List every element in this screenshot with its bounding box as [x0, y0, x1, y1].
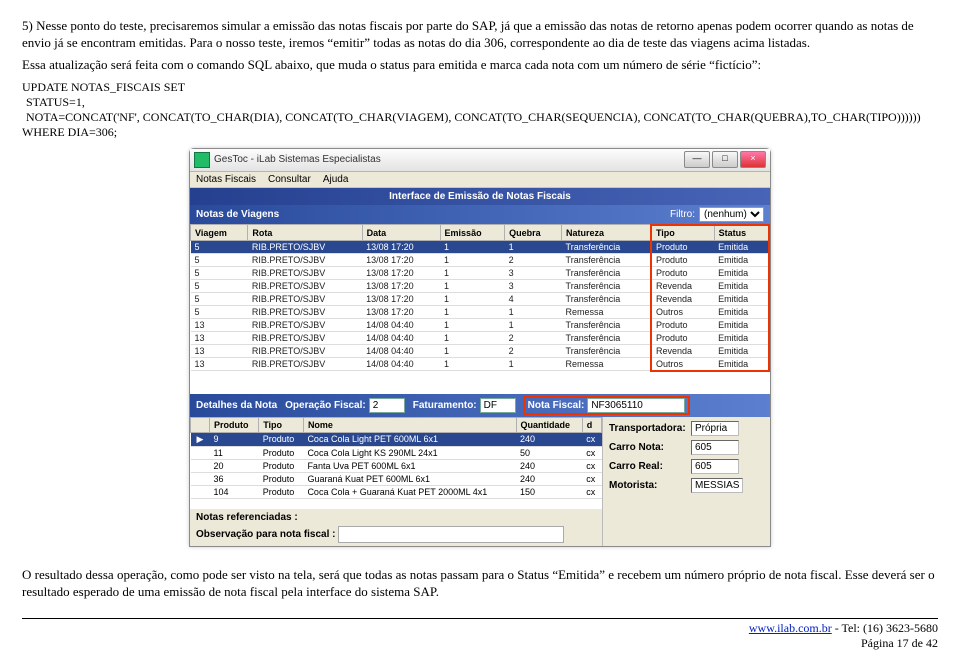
page-footer: www.ilab.com.br - Tel: (16) 3623-5680 Pá… — [22, 618, 938, 651]
obs-box: Notas referenciadas : Observação para no… — [190, 509, 602, 546]
table-row[interactable]: 13RIB.PRETO/SJBV14/08 04:4012Transferênc… — [191, 344, 770, 357]
window-heading: Interface de Emissão de Notas Fiscais — [190, 188, 770, 205]
col-header[interactable]: Rota — [248, 225, 362, 241]
col-header[interactable] — [191, 417, 210, 432]
nota-fiscal-input[interactable] — [587, 398, 685, 413]
motorista-value: MESSIAS — [691, 478, 743, 493]
produtos-table: ProdutoTipoNomeQuantidaded ▶9ProdutoCoca… — [190, 417, 602, 499]
table-row[interactable]: 5RIB.PRETO/SJBV13/08 17:2012Transferênci… — [191, 253, 770, 266]
close-button[interactable]: × — [740, 151, 766, 168]
transp-value: Própria — [691, 421, 739, 436]
nota-fiscal-label: Nota Fiscal: — [528, 400, 585, 411]
table-row[interactable]: 13RIB.PRETO/SJBV14/08 04:4011RemessaOutr… — [191, 357, 770, 371]
col-header[interactable]: Nome — [303, 417, 516, 432]
summary-sidebar: Transportadora: Própria Carro Nota: 605 Ca… — [602, 417, 770, 546]
op-fiscal-label: Operação Fiscal: — [285, 400, 366, 411]
col-header[interactable]: Natureza — [562, 225, 651, 241]
table-row[interactable]: 13RIB.PRETO/SJBV14/08 04:4011Transferênc… — [191, 318, 770, 331]
col-header[interactable]: Emissão — [440, 225, 505, 241]
maximize-button[interactable]: □ — [712, 151, 738, 168]
table-row[interactable]: 11ProdutoCoca Cola Light KS 290ML 24x150… — [191, 446, 602, 459]
menu-item[interactable]: Consultar — [268, 174, 311, 185]
section-title: Notas de Viagens — [196, 209, 279, 220]
carro-real-label: Carro Real: — [609, 461, 687, 472]
col-header[interactable]: Produto — [210, 417, 259, 432]
col-header[interactable]: Quantidade — [516, 417, 582, 432]
table-row[interactable]: 5RIB.PRETO/SJBV13/08 17:2014Transferênci… — [191, 292, 770, 305]
table-row[interactable]: 5RIB.PRETO/SJBV13/08 17:2011Transferênci… — [191, 240, 770, 253]
obs-label: Observação para nota fiscal : — [196, 529, 336, 540]
table-row[interactable]: 5RIB.PRETO/SJBV13/08 17:2013Transferênci… — [191, 266, 770, 279]
table-row[interactable]: 13RIB.PRETO/SJBV14/08 04:4012Transferênc… — [191, 331, 770, 344]
obs-input[interactable] — [338, 526, 564, 543]
minimize-button[interactable]: — — [684, 151, 710, 168]
menu-item[interactable]: Notas Fiscais — [196, 174, 256, 185]
table-row[interactable]: 5RIB.PRETO/SJBV13/08 17:2011RemessaOutro… — [191, 305, 770, 318]
col-header[interactable]: Viagem — [191, 225, 248, 241]
op-fiscal-input[interactable] — [369, 398, 405, 413]
detail-title: Detalhes da Nota — [196, 400, 277, 411]
filter-select[interactable]: (nenhum) — [699, 207, 764, 222]
table-row[interactable]: 36ProdutoGuaraná Kuat PET 600ML 6x1240cx — [191, 472, 602, 485]
carro-nota-value: 605 — [691, 440, 739, 455]
col-header[interactable]: Data — [362, 225, 440, 241]
footer-page: Página 17 de 42 — [861, 636, 938, 650]
table-row[interactable]: 104ProdutoCoca Cola + Guaraná Kuat PET 2… — [191, 485, 602, 498]
faturamento-input[interactable] — [480, 398, 516, 413]
sql-line: UPDATE NOTAS_FISCAIS SET — [22, 80, 938, 95]
carro-real-value: 605 — [691, 459, 739, 474]
col-header[interactable]: Tipo — [651, 225, 714, 241]
grid-whitespace — [190, 372, 770, 394]
menubar: Notas Fiscais Consultar Ajuda — [190, 172, 770, 188]
menu-item[interactable]: Ajuda — [323, 174, 349, 185]
sql-line: NOTA=CONCAT('NF', CONCAT(TO_CHAR(DIA), C… — [22, 110, 938, 125]
table-row[interactable]: 5RIB.PRETO/SJBV13/08 17:2013Transferênci… — [191, 279, 770, 292]
col-header[interactable]: Status — [714, 225, 769, 241]
filter-label: Filtro: — [670, 209, 695, 220]
window-title: GesToc - iLab Sistemas Especialistas — [214, 154, 684, 165]
app-window: GesToc - iLab Sistemas Especialistas — □… — [189, 148, 771, 547]
section-header-notas: Notas de Viagens Filtro: (nenhum) — [190, 205, 770, 224]
detail-panel: Detalhes da Nota Operação Fiscal: Fatura… — [190, 394, 770, 417]
sql-block: UPDATE NOTAS_FISCAIS SET STATUS=1, NOTA=… — [22, 80, 938, 140]
sql-line: WHERE DIA=306; — [22, 125, 938, 140]
app-icon — [194, 152, 210, 168]
notas-table: ViagemRotaDataEmissãoQuebraNaturezaTipoS… — [190, 224, 770, 372]
titlebar: GesToc - iLab Sistemas Especialistas — □… — [190, 149, 770, 172]
col-header[interactable]: Quebra — [505, 225, 562, 241]
footer-link[interactable]: www.ilab.com.br — [749, 621, 832, 635]
col-header[interactable]: d — [582, 417, 601, 432]
notas-ref-label: Notas referenciadas : — [196, 512, 298, 523]
motorista-label: Motorista: — [609, 480, 687, 491]
footer-tel: - Tel: (16) 3623-5680 — [832, 621, 938, 635]
table-row[interactable]: ▶9ProdutoCoca Cola Light PET 600ML 6x124… — [191, 432, 602, 446]
table-row[interactable]: 20ProdutoFanta Uva PET 600ML 6x1240cx — [191, 459, 602, 472]
paragraph-3: O resultado dessa operação, como pode se… — [22, 567, 938, 600]
paragraph-1: 5) Nesse ponto do teste, precisaremos si… — [22, 18, 938, 51]
faturamento-label: Faturamento: — [413, 400, 477, 411]
col-header[interactable]: Tipo — [259, 417, 304, 432]
paragraph-2: Essa atualização será feita com o comand… — [22, 57, 938, 74]
carro-nota-label: Carro Nota: — [609, 442, 687, 453]
transp-label: Transportadora: — [609, 423, 687, 434]
sql-line: STATUS=1, — [22, 95, 938, 110]
